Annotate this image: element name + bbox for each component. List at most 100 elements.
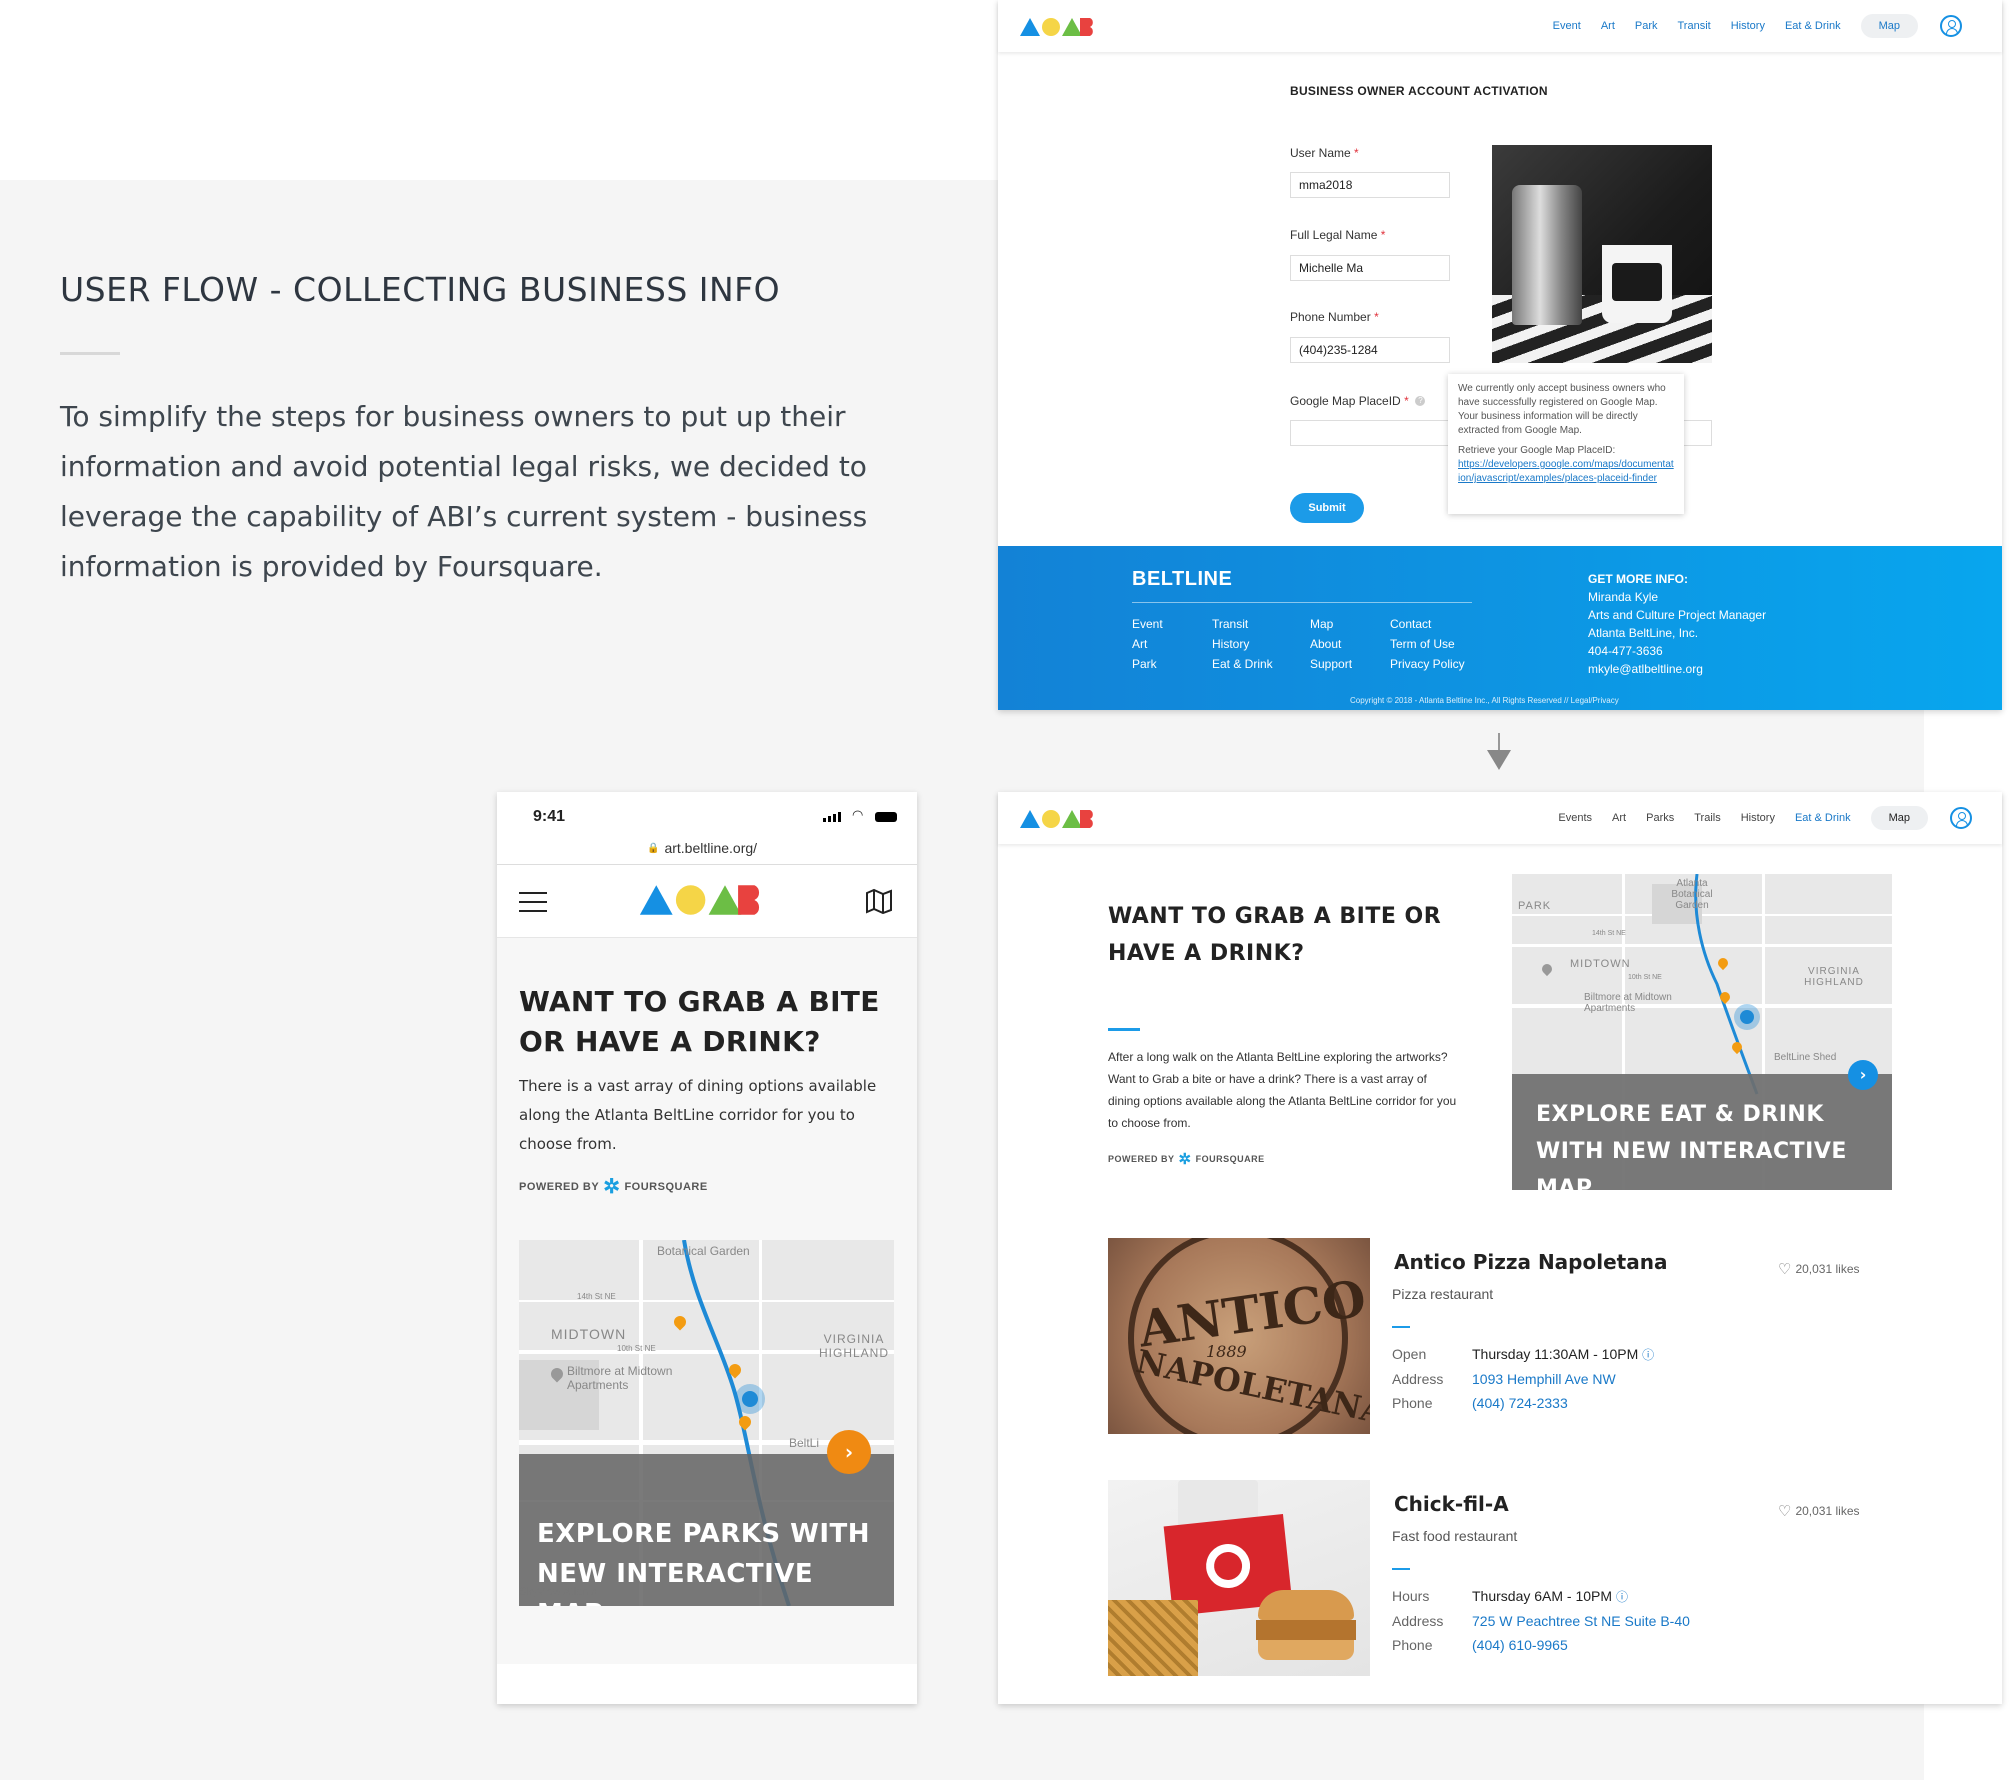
flow-arrow-icon [1487, 750, 1511, 770]
username-label: User Name * [1290, 146, 1359, 160]
case-title: USER FLOW - COLLECTING BUSINESS INFO [60, 270, 781, 309]
mobile-headline: WANT TO GRAB A BITE OR HAVE A DRINK? [519, 985, 880, 1058]
map-button[interactable]: Map [1870, 806, 1928, 830]
help-icon[interactable]: ? [1415, 396, 1426, 406]
url-bar[interactable]: 🔒 art.beltline.org/ [647, 840, 757, 856]
title-divider [60, 352, 120, 355]
eat-headline: WANT TO GRAB A BITE OR HAVE A DRINK? [1108, 904, 1442, 966]
footer-link[interactable]: Eat & Drink [1212, 654, 1273, 674]
footer-link[interactable]: Map [1310, 614, 1352, 634]
footer-link[interactable]: History [1212, 634, 1273, 654]
nav-park[interactable]: Park [1635, 20, 1658, 32]
restaurant-details: Hours Thursday 6AM - 10PM ⓘ Address 725 W … [1392, 1588, 1690, 1653]
restaurant-photo-chickfila [1108, 1480, 1370, 1676]
phone-label: Phone Number * [1290, 310, 1379, 324]
footer-link[interactable]: Support [1310, 654, 1352, 674]
placeid-finder-link[interactable]: https://developers.google.com/maps/docum… [1458, 459, 1674, 484]
footer-col-1: Event Art Park [1132, 614, 1163, 674]
chevron-right-icon[interactable]: › [1848, 1060, 1878, 1090]
beltline-logo [1020, 18, 1093, 36]
desktop-eat-drink-screen: Events Art Parks Trails History Eat & Dr… [998, 792, 2002, 1704]
site-footer: BELTLINE Event Art Park Transit History … [998, 546, 2002, 710]
likes-count[interactable]: ♡ 20,031 likes [1778, 1260, 1860, 1278]
footer-link[interactable]: Privacy Policy [1390, 654, 1465, 674]
footer-link[interactable]: Park [1132, 654, 1163, 674]
desktop-activation-screen: Event Art Park Transit History Eat & Dri… [998, 0, 2002, 710]
username-field[interactable]: mma2018 [1290, 172, 1450, 198]
address-link[interactable]: 1093 Hemphill Ave NW [1472, 1371, 1616, 1387]
map-button[interactable]: Map [1860, 14, 1918, 38]
eat-description: After a long walk on the Atlanta BeltLin… [1108, 1050, 1457, 1130]
nav-parks[interactable]: Parks [1646, 812, 1674, 824]
nav-trails[interactable]: Trails [1694, 812, 1720, 824]
top-nav: Event Art Park Transit History Eat & Dri… [998, 0, 2002, 52]
map-overlay-cta[interactable]: EXPLORE PARKS WITH NEW INTERACTIVE MAP [519, 1454, 894, 1606]
fullname-label: Full Legal Name * [1290, 228, 1386, 242]
phone-link[interactable]: (404) 724-2333 [1472, 1395, 1568, 1411]
beltline-logo [1020, 810, 1093, 828]
nav-history[interactable]: History [1741, 812, 1775, 824]
nav-history[interactable]: History [1731, 20, 1765, 32]
submit-button[interactable]: Submit [1290, 493, 1364, 523]
placeid-tooltip: We currently only accept business owners… [1448, 374, 1684, 514]
mobile-screen: 9:41 ◠ 🔒 art.beltline.org/ WANT TO GRAB A… [497, 792, 917, 1704]
restaurant-type: Pizza restaurant [1392, 1286, 1494, 1302]
placeid-label: Google Map PlaceID * ? [1290, 394, 1426, 408]
powered-by-foursquare: POWERED BY ✲ FOURSQUARE [1108, 1151, 1265, 1168]
footer-brand: BELTLINE [1132, 568, 1233, 590]
location-icon [1734, 1004, 1760, 1030]
user-icon[interactable] [1940, 15, 1962, 37]
phone-link[interactable]: (404) 610-9965 [1472, 1637, 1568, 1653]
footer-link[interactable]: Art [1132, 634, 1163, 654]
battery-icon [875, 812, 897, 822]
phone-field[interactable]: (404)235-1284 [1290, 337, 1450, 363]
hamburger-menu-icon[interactable] [519, 892, 547, 912]
nav-transit[interactable]: Transit [1678, 20, 1711, 32]
restaurant-type: Fast food restaurant [1392, 1528, 1518, 1544]
beltline-logo [639, 885, 760, 915]
nav-events[interactable]: Events [1558, 812, 1592, 824]
heart-icon: ♡ [1778, 1503, 1792, 1520]
restaurant-name[interactable]: Antico Pizza Napoletana [1394, 1250, 1667, 1274]
map-overlay-cta[interactable]: EXPLORE EAT & DRINK WITH NEW INTERACTIVE… [1512, 1074, 1892, 1190]
top-nav: Events Art Parks Trails History Eat & Dr… [998, 792, 2002, 844]
foursquare-icon: ✲ [603, 1176, 621, 1198]
footer-link[interactable]: Contact [1390, 614, 1465, 634]
map-icon[interactable] [865, 888, 893, 914]
footer-link[interactable]: Term of Use [1390, 634, 1465, 654]
coffee-photo [1492, 145, 1712, 363]
restaurant-details: Open Thursday 11:30AM - 10PM ⓘ Address 109… [1392, 1346, 1655, 1411]
user-icon[interactable] [1950, 807, 1972, 829]
footer-link[interactable]: About [1310, 634, 1352, 654]
lock-icon: 🔒 [647, 842, 660, 854]
fullname-field[interactable]: Michelle Ma [1290, 255, 1450, 281]
accent-bar [1108, 1028, 1140, 1031]
nav-eat-drink[interactable]: Eat & Drink [1795, 812, 1851, 824]
info-icon[interactable]: ⓘ [1616, 1590, 1628, 1604]
mobile-map[interactable]: Botanical Garden MIDTOWN 14th St NE 10th… [519, 1240, 894, 1606]
accent-bar [1392, 1326, 1410, 1328]
chevron-right-icon[interactable]: › [827, 1430, 871, 1474]
footer-link[interactable]: Event [1132, 614, 1163, 634]
footer-email[interactable]: mkyle@atlbeltline.org [1588, 660, 1766, 678]
signal-icon [823, 812, 841, 822]
nav-event[interactable]: Event [1553, 20, 1581, 32]
coffee-mug [1602, 245, 1672, 323]
heart-icon: ♡ [1778, 1261, 1792, 1278]
eat-map[interactable]: Atlanta Botanical Garden PARK 14th St NE… [1512, 874, 1892, 1190]
nav-art[interactable]: Art [1612, 812, 1626, 824]
nav-links: Event Art Park Transit History Eat & Dri… [1533, 0, 1962, 52]
footer-link[interactable]: Transit [1212, 614, 1273, 634]
nav-eat-drink[interactable]: Eat & Drink [1785, 20, 1841, 32]
address-link[interactable]: 725 W Peachtree St NE Suite B-40 [1472, 1613, 1690, 1629]
foursquare-icon: ✲ [1178, 1151, 1192, 1168]
powered-by-foursquare: POWERED BY ✲ FOURSQUARE [519, 1176, 708, 1198]
form-title: BUSINESS OWNER ACCOUNT ACTIVATION [1290, 84, 1548, 98]
nav-art[interactable]: Art [1601, 20, 1615, 32]
likes-count[interactable]: ♡ 20,031 likes [1778, 1502, 1860, 1520]
status-time: 9:41 [533, 808, 566, 825]
info-icon[interactable]: ⓘ [1642, 1348, 1654, 1362]
location-icon [735, 1384, 765, 1414]
footer-col-4: Contact Term of Use Privacy Policy [1390, 614, 1465, 674]
restaurant-name[interactable]: Chick-fil-A [1394, 1492, 1509, 1516]
